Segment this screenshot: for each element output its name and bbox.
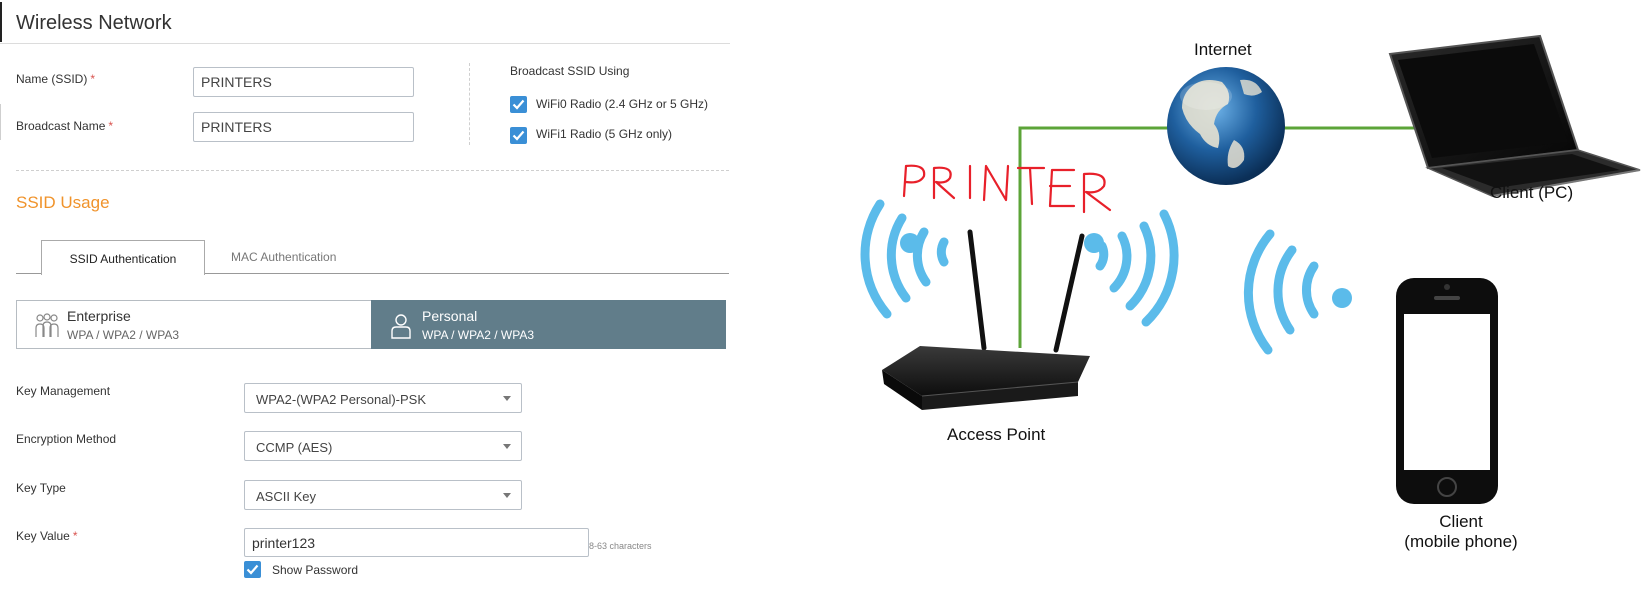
tab-mac-authentication[interactable]: MAC Authentication bbox=[231, 250, 336, 264]
encryption-method-value: CCMP (AES) bbox=[256, 440, 333, 455]
personal-sublabel: WPA / WPA2 / WPA3 bbox=[422, 328, 535, 342]
key-type-label: Key Type bbox=[16, 481, 66, 495]
check-icon bbox=[246, 564, 259, 575]
wifi-waves-left-icon bbox=[860, 199, 949, 319]
ssid-input[interactable] bbox=[193, 67, 414, 97]
ssid-usage-title: SSID Usage bbox=[16, 193, 110, 212]
key-value-input[interactable] bbox=[244, 528, 589, 557]
chevron-down-icon bbox=[503, 396, 511, 401]
required-marker: * bbox=[72, 529, 78, 543]
broadcast-name-label-text: Broadcast Name bbox=[16, 119, 106, 133]
client-mobile-label: Client (mobile phone) bbox=[1396, 512, 1526, 552]
enterprise-label: Enterprise bbox=[67, 308, 131, 324]
broadcast-name-input[interactable] bbox=[193, 112, 414, 142]
person-icon bbox=[391, 314, 411, 339]
key-length-hint: 8-63 characters bbox=[589, 541, 652, 551]
wifi-dot-phone bbox=[1332, 288, 1352, 308]
required-marker: * bbox=[108, 119, 114, 133]
vertical-divider bbox=[469, 63, 470, 145]
wifi1-checkbox[interactable] bbox=[510, 127, 527, 144]
wifi0-label: WiFi0 Radio (2.4 GHz or 5 GHz) bbox=[536, 97, 709, 111]
key-management-label: Key Management bbox=[16, 384, 111, 398]
client-mobile-label-line1: Client bbox=[1439, 512, 1483, 531]
encryption-method-label: Encryption Method bbox=[16, 432, 117, 446]
key-type-select[interactable]: ASCII Key bbox=[244, 480, 522, 510]
laptop-icon bbox=[1388, 34, 1641, 197]
mobile-phone-icon bbox=[1396, 278, 1498, 504]
key-value-label: Key Value * bbox=[16, 529, 77, 543]
left-marker bbox=[0, 104, 1, 140]
key-management-select[interactable]: WPA2-(WPA2 Personal)-PSK bbox=[244, 383, 522, 413]
personal-option[interactable]: Personal WPA / WPA2 / WPA3 bbox=[371, 300, 726, 349]
access-point-label: Access Point bbox=[947, 425, 1046, 444]
required-marker: * bbox=[90, 72, 96, 86]
wifi1-label: WiFi1 Radio (5 GHz only) bbox=[536, 127, 673, 141]
page-title: Wireless Network bbox=[16, 12, 172, 34]
key-value-label-text: Key Value bbox=[16, 529, 70, 543]
wifi-waves-right-icon bbox=[1095, 209, 1179, 327]
wifi-waves-phone-icon bbox=[1243, 229, 1319, 355]
encryption-method-select[interactable]: CCMP (AES) bbox=[244, 431, 522, 461]
header-accent bbox=[0, 2, 2, 42]
wifi0-checkbox[interactable] bbox=[510, 96, 527, 113]
ssid-label-text: Name (SSID) bbox=[16, 72, 88, 86]
key-type-value: ASCII Key bbox=[256, 489, 316, 504]
network-diagram: Internet Client (PC) Access Point Client… bbox=[830, 0, 1642, 610]
wireless-network-panel: Wireless Network Name (SSID)* Broadcast … bbox=[0, 0, 730, 610]
handwritten-printer-annotation bbox=[902, 164, 1112, 214]
key-management-value: WPA2-(WPA2 Personal)-PSK bbox=[256, 392, 427, 407]
tab-ssid-authentication[interactable]: SSID Authentication bbox=[41, 240, 205, 275]
client-mobile-label-line2: (mobile phone) bbox=[1404, 532, 1518, 551]
chevron-down-icon bbox=[503, 493, 511, 498]
check-icon bbox=[512, 130, 525, 141]
internet-label: Internet bbox=[1194, 40, 1252, 59]
client-pc-label: Client (PC) bbox=[1490, 183, 1574, 202]
broadcast-name-label: Broadcast Name * bbox=[16, 119, 113, 133]
ssid-label: Name (SSID) * bbox=[16, 72, 95, 86]
group-icon bbox=[35, 313, 59, 337]
wifi-dot-right bbox=[1084, 233, 1104, 253]
enterprise-sublabel: WPA / WPA2 / WPA3 bbox=[67, 328, 180, 342]
show-password-checkbox[interactable] bbox=[244, 561, 261, 578]
broadcast-ssid-title: Broadcast SSID Using bbox=[510, 64, 630, 78]
chevron-down-icon bbox=[503, 444, 511, 449]
wifi-dot-left bbox=[900, 233, 920, 253]
internet-globe-icon bbox=[1167, 67, 1285, 185]
section-divider bbox=[16, 170, 729, 171]
page-header: Wireless Network bbox=[0, 0, 730, 44]
enterprise-option[interactable]: Enterprise WPA / WPA2 / WPA3 bbox=[16, 300, 371, 349]
personal-label: Personal bbox=[422, 308, 478, 324]
show-password-label: Show Password bbox=[272, 563, 359, 577]
check-icon bbox=[512, 99, 525, 110]
